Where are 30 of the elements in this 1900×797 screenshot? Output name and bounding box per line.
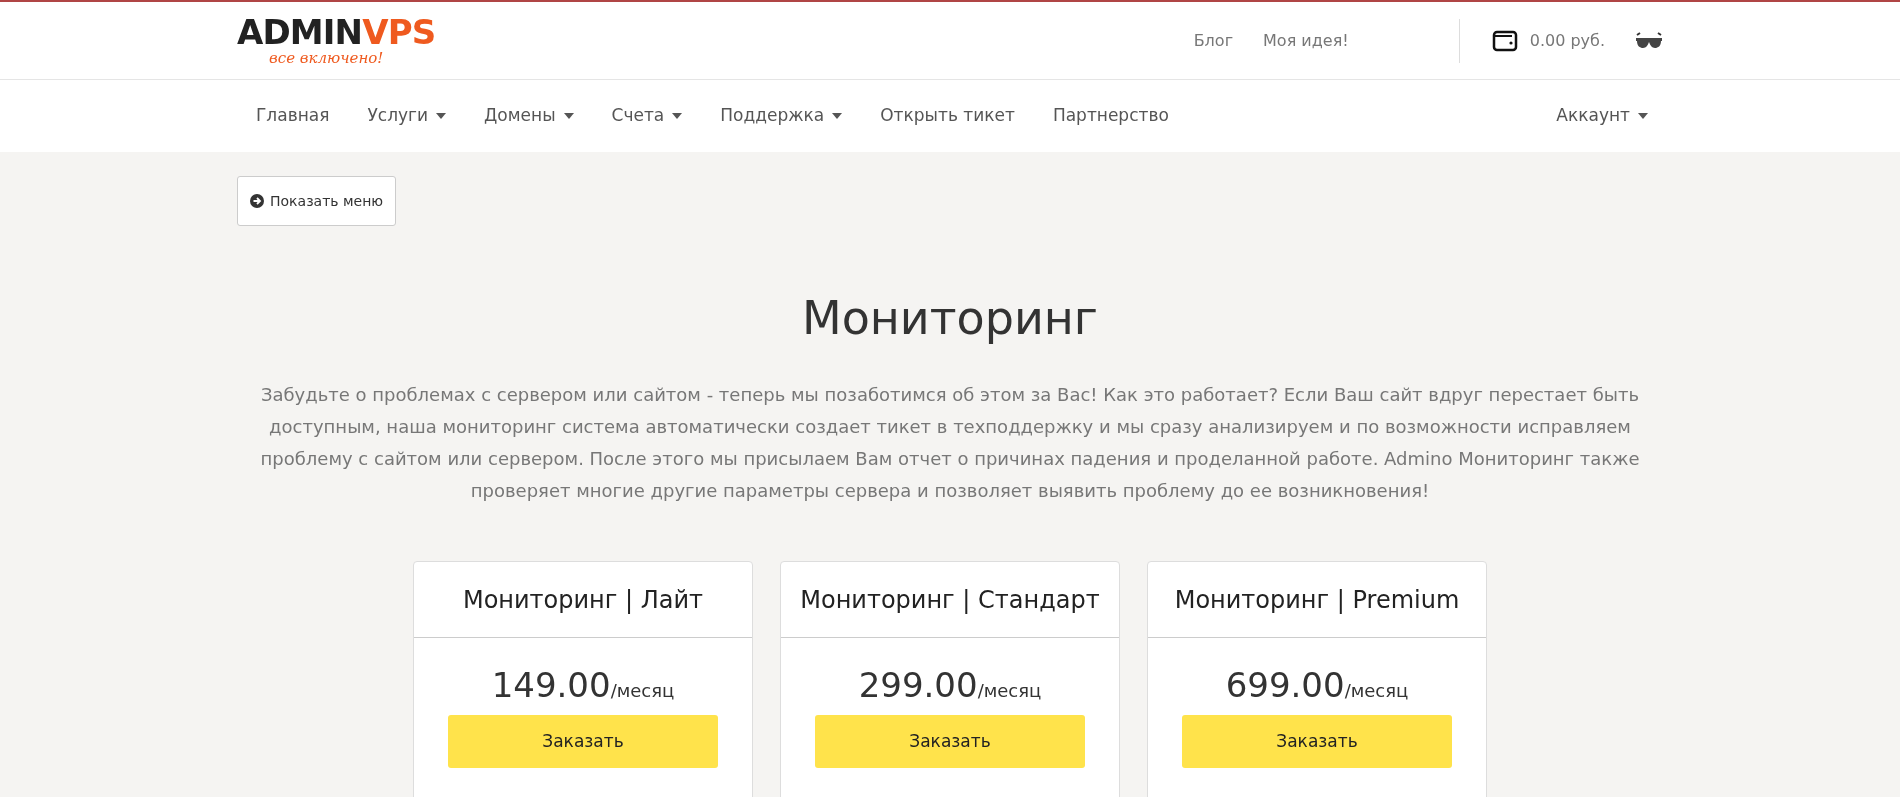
plan-price: 299.00: [858, 664, 978, 707]
plan-name: Мониторинг | Premium: [1174, 584, 1460, 616]
plan-price: 149.00: [491, 664, 611, 707]
glasses-icon[interactable]: [1635, 31, 1663, 50]
nav-item[interactable]: Счета: [592, 103, 702, 129]
order-button[interactable]: Заказать: [448, 715, 718, 768]
wallet-icon: [1491, 28, 1518, 53]
order-button[interactable]: Заказать: [1182, 715, 1452, 768]
order-button[interactable]: Заказать: [815, 715, 1085, 768]
nav-item[interactable]: Услуги: [348, 103, 466, 129]
page-title: Мониторинг: [800, 290, 1100, 347]
nav-item[interactable]: Открыть тикет: [861, 103, 1034, 129]
nav-item[interactable]: Партнерство: [1033, 103, 1188, 129]
nav-item[interactable]: Поддержка: [701, 103, 862, 129]
account-menu[interactable]: Аккаунт: [1541, 103, 1663, 129]
nav-item[interactable]: Домены: [465, 103, 593, 129]
plan-name: Мониторинг | Лайт: [462, 584, 704, 616]
top-link[interactable]: Блог: [1193, 28, 1234, 53]
nav-item[interactable]: Главная: [237, 103, 349, 129]
top-link[interactable]: Моя идея!: [1263, 28, 1349, 53]
price-period: /месяц: [610, 680, 675, 703]
price-period: /месяц: [1344, 680, 1409, 703]
show-menu-button[interactable]: Показать меню: [237, 176, 397, 226]
balance[interactable]: 0.00 руб.: [1529, 28, 1605, 53]
logo[interactable]: ADMINVPS все включено!: [237, 15, 436, 66]
price-period: /месяц: [977, 680, 1042, 703]
plan-price: 699.00: [1225, 664, 1345, 707]
plan-name: Мониторинг | Стандарт: [800, 584, 1100, 616]
description: Забудьте о проблемах с сервером или сайтом - теперь мы позаботимся об этом за Вас! Как это работает? Если Ваш сайт вдруг перестает быть доступным, наша мониторинг система автоматически создает тикет в техподдержку и мы сразу анализируем и по возможности исправляем проблему с сайтом или сервером. После этого мы присылаем Вам отчет о причинах падения и проделанной работе. Admino Мониторинг также проверяет многие другие параметры сервера и позволяет выявить проблему до ее возникновения!: [260, 383, 1640, 503]
arrow-circle-icon: [250, 194, 264, 208]
